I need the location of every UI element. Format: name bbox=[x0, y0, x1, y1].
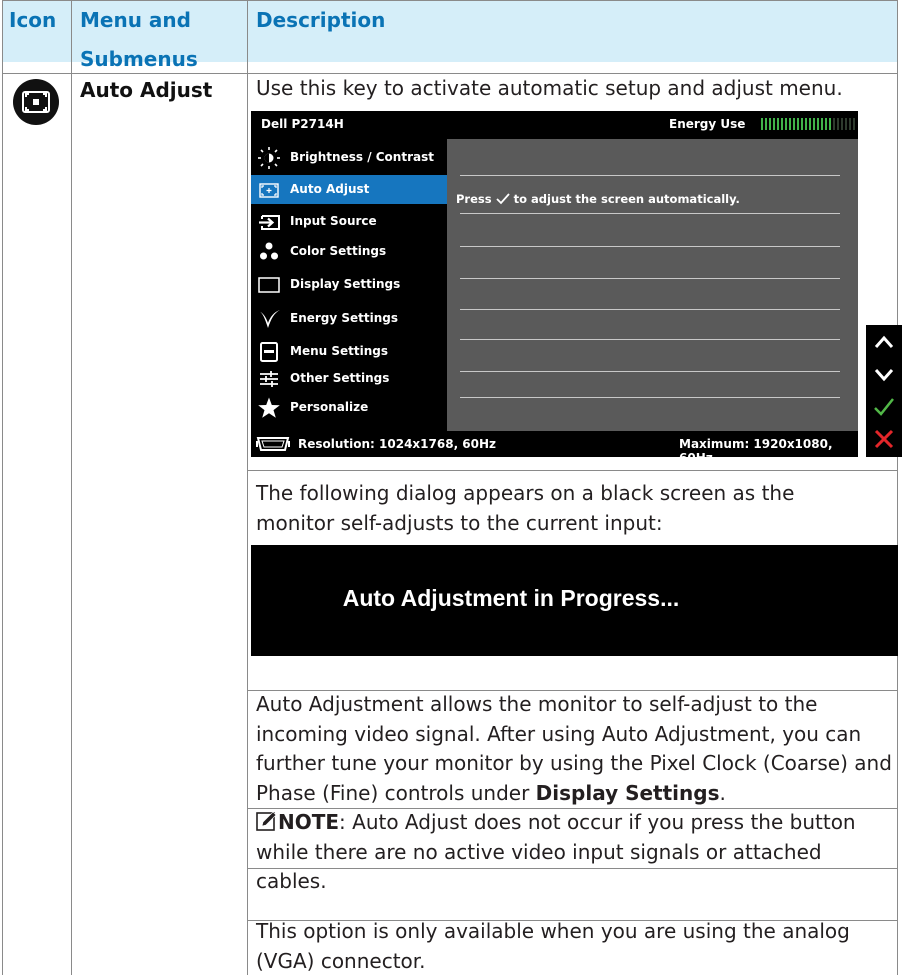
osd-title: Dell P2714H bbox=[261, 117, 344, 131]
osd-footer: Resolution: 1024x1768, 60Hz Maximum: 192… bbox=[251, 431, 858, 457]
menu-title: Auto Adjust bbox=[80, 78, 213, 102]
energy-meter-segment bbox=[829, 118, 831, 130]
osd-menu-item-display-settings[interactable]: Display Settings bbox=[251, 270, 447, 299]
check-icon[interactable] bbox=[872, 395, 896, 419]
osd-menu-item-other-settings[interactable]: Other Settings bbox=[251, 364, 447, 393]
resolution-text: Resolution: 1024x1768, 60Hz bbox=[298, 437, 497, 451]
sun-icon bbox=[257, 146, 281, 170]
color-dots-icon bbox=[257, 240, 281, 264]
osd-menu-item-label: Menu Settings bbox=[290, 344, 388, 358]
energy-meter-segment bbox=[801, 118, 803, 130]
dialog-intro-text: The following dialog appears on a black … bbox=[256, 481, 795, 535]
description-end: . bbox=[719, 780, 726, 805]
leaf-icon bbox=[257, 307, 281, 331]
energy-meter-segment bbox=[793, 118, 795, 130]
table-border-top bbox=[2, 0, 898, 1]
osd-menu-item-label: Energy Settings bbox=[290, 311, 399, 325]
energy-meter-segment bbox=[809, 118, 811, 130]
energy-meter-segment bbox=[777, 118, 779, 130]
energy-meter-segment bbox=[769, 118, 771, 130]
osd-instruction-prefix: Press bbox=[456, 192, 492, 206]
vga-connector-icon bbox=[256, 435, 290, 453]
display-settings-reference: Display Settings bbox=[535, 780, 720, 805]
check-icon bbox=[495, 193, 510, 205]
auto-adjust-description: Auto Adjustment allows the monitor to se… bbox=[256, 690, 894, 808]
osd-instruction-suffix: to adjust the screen automatically. bbox=[513, 192, 740, 206]
osd-menu-item-color-settings[interactable]: Color Settings bbox=[251, 237, 447, 266]
energy-meter-segment bbox=[785, 118, 787, 130]
note-label: NOTE bbox=[278, 810, 340, 834]
osd-menu-item-brightness-contrast[interactable]: Brightness / Contrast bbox=[251, 143, 447, 172]
osd-menu-item-auto-adjust[interactable]: Auto Adjust bbox=[251, 175, 447, 204]
energy-meter-segment bbox=[797, 118, 799, 130]
energy-meter-segment bbox=[813, 118, 815, 130]
energy-meter-segment bbox=[833, 118, 835, 130]
header-menu-label-2: Submenus bbox=[80, 47, 198, 71]
energy-meter-segment bbox=[765, 118, 767, 130]
osd-menu-item-label: Other Settings bbox=[290, 371, 390, 385]
note-text: : Auto Adjust does not occur if you pres… bbox=[256, 810, 856, 893]
energy-meter-segment bbox=[789, 118, 791, 130]
energy-meter-segment bbox=[837, 118, 839, 130]
energy-meter-segment bbox=[781, 118, 783, 130]
row-divider bbox=[247, 470, 898, 471]
energy-meter-segment bbox=[853, 118, 855, 130]
intro-text: Use this key to activate automatic setup… bbox=[256, 76, 843, 100]
osd-menu-item-input-source[interactable]: Input Source bbox=[251, 207, 447, 236]
vga-availability-text: This option is only available when you a… bbox=[256, 919, 850, 973]
note-pencil-icon bbox=[256, 810, 278, 831]
energy-use-meter bbox=[761, 118, 856, 130]
osd-menu-item-label: Display Settings bbox=[290, 277, 401, 291]
osd-menu-item-label: Color Settings bbox=[290, 244, 387, 258]
table-border-left bbox=[2, 0, 3, 975]
energy-use-label: Energy Use bbox=[669, 117, 746, 131]
energy-meter-segment bbox=[845, 118, 847, 130]
input-source-icon bbox=[257, 210, 281, 234]
osd-menu-list: Brightness / Contrast Auto Adjust Input … bbox=[251, 139, 447, 431]
menu-window-icon bbox=[257, 340, 281, 364]
energy-meter-segment bbox=[841, 118, 843, 130]
energy-meter-segment bbox=[849, 118, 851, 130]
osd-content-panel: Press to adjust the screen automatically… bbox=[447, 139, 858, 431]
energy-meter-segment bbox=[817, 118, 819, 130]
progress-text: Auto Adjustment in Progress... bbox=[342, 585, 680, 611]
header-menu-label: Menu and bbox=[80, 8, 191, 32]
osd-menu-screenshot: Dell P2714H Energy Use Brightness / Cont… bbox=[251, 111, 858, 457]
sliders-icon bbox=[257, 367, 281, 391]
osd-instruction: Press to adjust the screen automatically… bbox=[456, 192, 740, 206]
auto-adjust-icon bbox=[12, 78, 60, 126]
auto-adjust-progress-dialog: Auto Adjustment in Progress... bbox=[251, 545, 898, 656]
osd-menu-item-energy-settings[interactable]: Energy Settings bbox=[251, 304, 447, 333]
osd-menu-item-menu-settings[interactable]: Menu Settings bbox=[251, 337, 447, 366]
table-border-right bbox=[897, 0, 898, 975]
energy-meter-segment bbox=[821, 118, 823, 130]
star-icon bbox=[257, 396, 281, 420]
osd-menu-item-label: Brightness / Contrast bbox=[290, 150, 434, 164]
close-icon[interactable] bbox=[872, 427, 896, 451]
energy-meter-segment bbox=[773, 118, 775, 130]
osd-menu-item-label: Auto Adjust bbox=[290, 182, 370, 196]
auto-adjust-icon bbox=[257, 178, 281, 202]
energy-meter-segment bbox=[805, 118, 807, 130]
down-arrow-icon[interactable] bbox=[872, 364, 896, 386]
header-description-label: Description bbox=[256, 8, 386, 32]
table-divider-1 bbox=[71, 0, 72, 975]
display-rect-icon bbox=[257, 273, 281, 297]
osd-menu-item-label: Input Source bbox=[290, 214, 377, 228]
osd-menu-item-label: Personalize bbox=[290, 400, 369, 414]
up-arrow-icon[interactable] bbox=[872, 331, 896, 353]
table-divider-2 bbox=[247, 0, 248, 975]
energy-meter-segment bbox=[825, 118, 827, 130]
osd-menu-item-personalize[interactable]: Personalize bbox=[251, 393, 447, 422]
osd-side-buttons bbox=[866, 325, 902, 457]
header-icon-label: Icon bbox=[9, 8, 57, 32]
note-block: NOTE: Auto Adjust does not occur if you … bbox=[256, 808, 874, 897]
energy-meter-segment bbox=[761, 118, 763, 130]
maximum-resolution-text: Maximum: 1920x1080, 60Hz bbox=[679, 437, 833, 457]
